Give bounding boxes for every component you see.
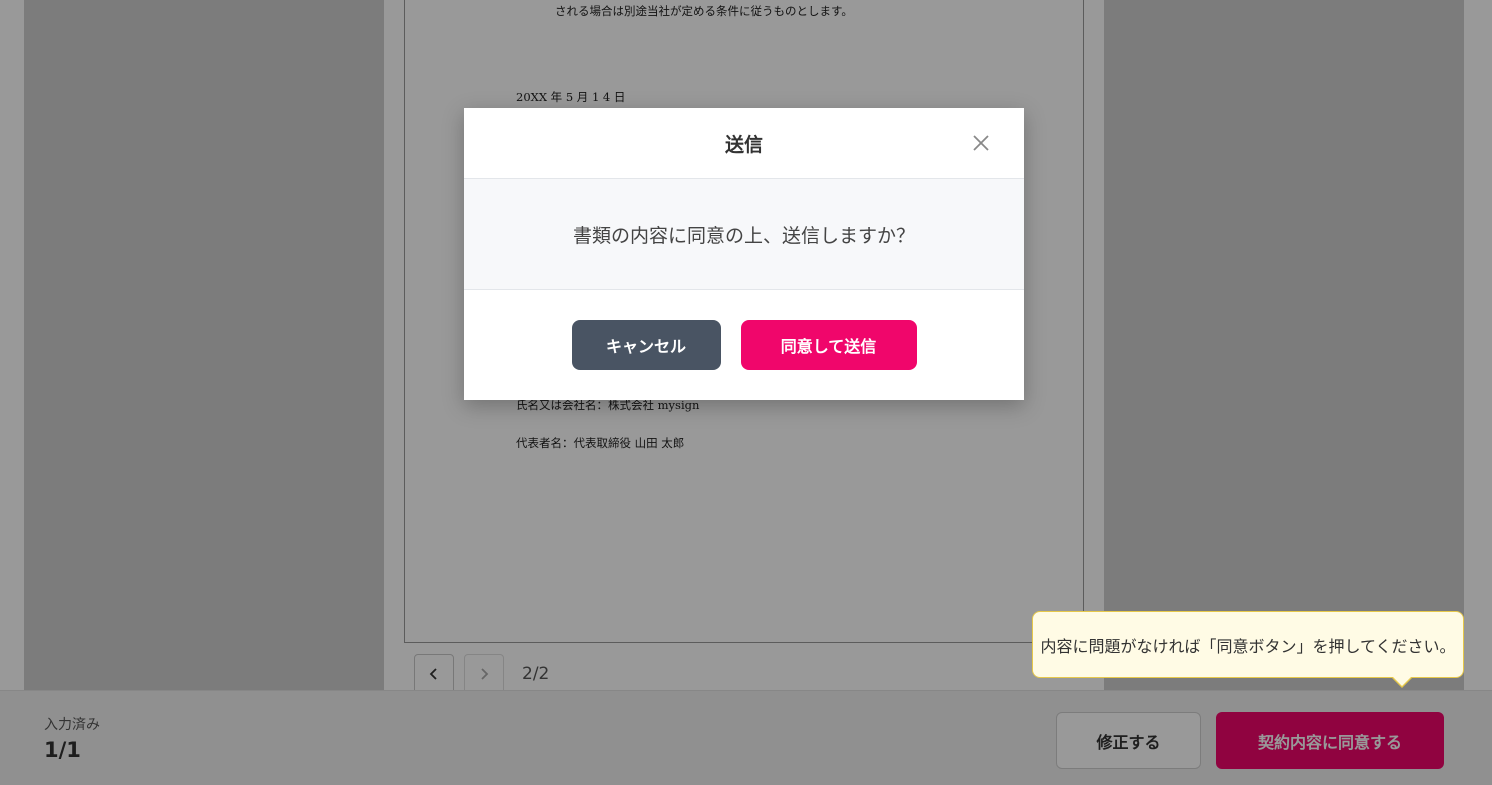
agree-hint-tooltip: 内容に問題がなければ「同意ボタン」を押してください。 <box>1032 611 1464 688</box>
tooltip-arrow <box>1391 676 1413 688</box>
tooltip-text: 内容に問題がなければ「同意ボタン」を押してください。 <box>1040 636 1456 656</box>
dialog-message: 書類の内容に同意の上、送信しますか？ <box>572 224 915 247</box>
send-confirm-dialog: 送信 書類の内容に同意の上、送信しますか？ キャンセル 同意して送信 <box>464 108 1024 400</box>
dialog-close-button[interactable] <box>970 132 992 154</box>
dialog-footer: キャンセル 同意して送信 <box>464 290 1024 400</box>
dialog-header: 送信 <box>464 108 1024 179</box>
agree-and-send-button[interactable]: 同意して送信 <box>740 320 917 370</box>
dialog-body: 書類の内容に同意の上、送信しますか？ <box>464 179 1024 290</box>
cancel-button[interactable]: キャンセル <box>571 320 721 370</box>
dialog-title: 送信 <box>724 133 763 156</box>
close-icon <box>973 135 989 151</box>
